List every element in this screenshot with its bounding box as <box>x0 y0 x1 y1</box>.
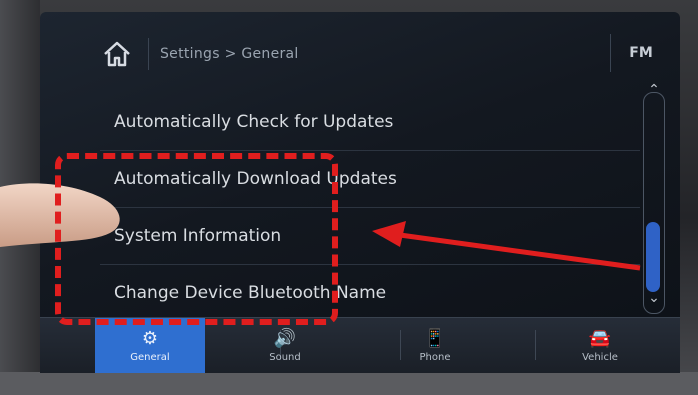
tab-label: Phone <box>419 351 451 363</box>
tab-sound[interactable]: 🔊 Sound <box>220 318 350 373</box>
red-dashed-highlight <box>55 153 338 325</box>
breadcrumb: Settings > General <box>160 46 299 62</box>
tab-label: General <box>130 351 170 363</box>
list-item-auto-check-updates[interactable]: Automatically Check for Updates <box>100 94 640 151</box>
dashboard-bottom-edge <box>0 372 698 395</box>
header-bar: Settings > General FM <box>40 12 680 80</box>
header-divider <box>148 38 149 70</box>
home-button[interactable] <box>95 34 139 74</box>
red-arrow-annotation <box>372 221 641 271</box>
tab-label: Sound <box>269 351 301 363</box>
scroll-up-icon[interactable]: ⌃ <box>643 82 665 102</box>
tab-phone[interactable]: 📱 Phone <box>370 318 500 373</box>
tab-label: Vehicle <box>582 351 618 363</box>
phone-icon: 📱 <box>423 327 447 349</box>
gear-icon: ⚙ <box>141 327 159 349</box>
car-icon: 🚘 <box>588 327 612 349</box>
tab-general[interactable]: ⚙ General <box>95 318 205 373</box>
home-icon <box>104 41 130 67</box>
speaker-icon: 🔊 <box>273 327 297 349</box>
tab-vehicle[interactable]: 🚘 Vehicle <box>530 318 670 373</box>
fm-source-button[interactable]: FM <box>610 34 671 72</box>
bottom-tab-bar: ⚙ General 🔊 Sound 📱 Phone 🚘 Vehicle <box>40 317 680 373</box>
scroll-down-icon[interactable]: ⌄ <box>643 290 665 310</box>
